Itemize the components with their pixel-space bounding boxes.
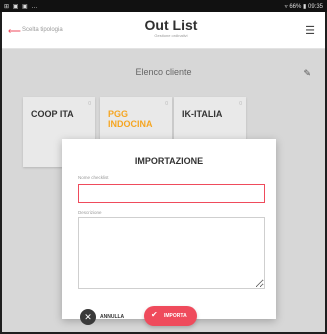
nome-checklist-input[interactable]: [78, 184, 265, 203]
status-bar: ⊞ ▣ ▣ … ▿ 66% ▮ 09:35: [0, 0, 327, 12]
status-icons: ⊞ ▣ ▣ …: [4, 4, 39, 10]
card-corner: 0: [239, 101, 242, 107]
card-name: IK-ITALIA: [182, 109, 223, 119]
nome-label: Nome checklist: [78, 175, 109, 180]
descrizione-input[interactable]: [78, 217, 265, 289]
pencil-icon[interactable]: ✎: [303, 68, 311, 79]
app-bar: ⟵ Scelta tipologia Out List Gestione ord…: [2, 12, 325, 49]
status-right: ▿ 66% ▮ 09:35: [284, 4, 323, 10]
logo-text: Out List: [144, 17, 198, 33]
importa-label: IMPORTA: [164, 313, 187, 319]
dialog-title: IMPORTAZIONE: [134, 156, 204, 166]
device-frame: ⊞ ▣ ▣ … ▿ 66% ▮ 09:35 ⟵ Scelta tipologia…: [0, 0, 327, 334]
check-icon: ✔: [151, 310, 158, 319]
logo-tagline: Gestione ordinativi: [154, 33, 188, 38]
app-logo: Out List Gestione ordinativi: [136, 18, 206, 39]
card-name: COOP ITA: [31, 109, 74, 119]
card-corner: 0: [165, 101, 168, 107]
import-dialog: IMPORTAZIONE Nome checklist Descrizione …: [62, 139, 276, 326]
annulla-label: ANNULLA: [100, 314, 125, 320]
close-icon: ✕: [80, 309, 96, 325]
back-label[interactable]: Scelta tipologia: [22, 27, 63, 33]
card-corner: 0: [88, 101, 91, 107]
arrow-left-icon[interactable]: ⟵: [8, 26, 21, 37]
hamburger-menu-icon[interactable]: ☰: [305, 24, 315, 37]
app-screen: ⟵ Scelta tipologia Out List Gestione ord…: [2, 12, 325, 332]
descrizione-label: Descrizione: [78, 210, 102, 215]
importa-button[interactable]: ✔ IMPORTA: [144, 306, 197, 326]
card-name: PGG INDOCINA: [108, 109, 153, 129]
annulla-button[interactable]: ✕ ANNULLA: [80, 309, 140, 325]
section-title: Elenco cliente: [135, 67, 192, 77]
